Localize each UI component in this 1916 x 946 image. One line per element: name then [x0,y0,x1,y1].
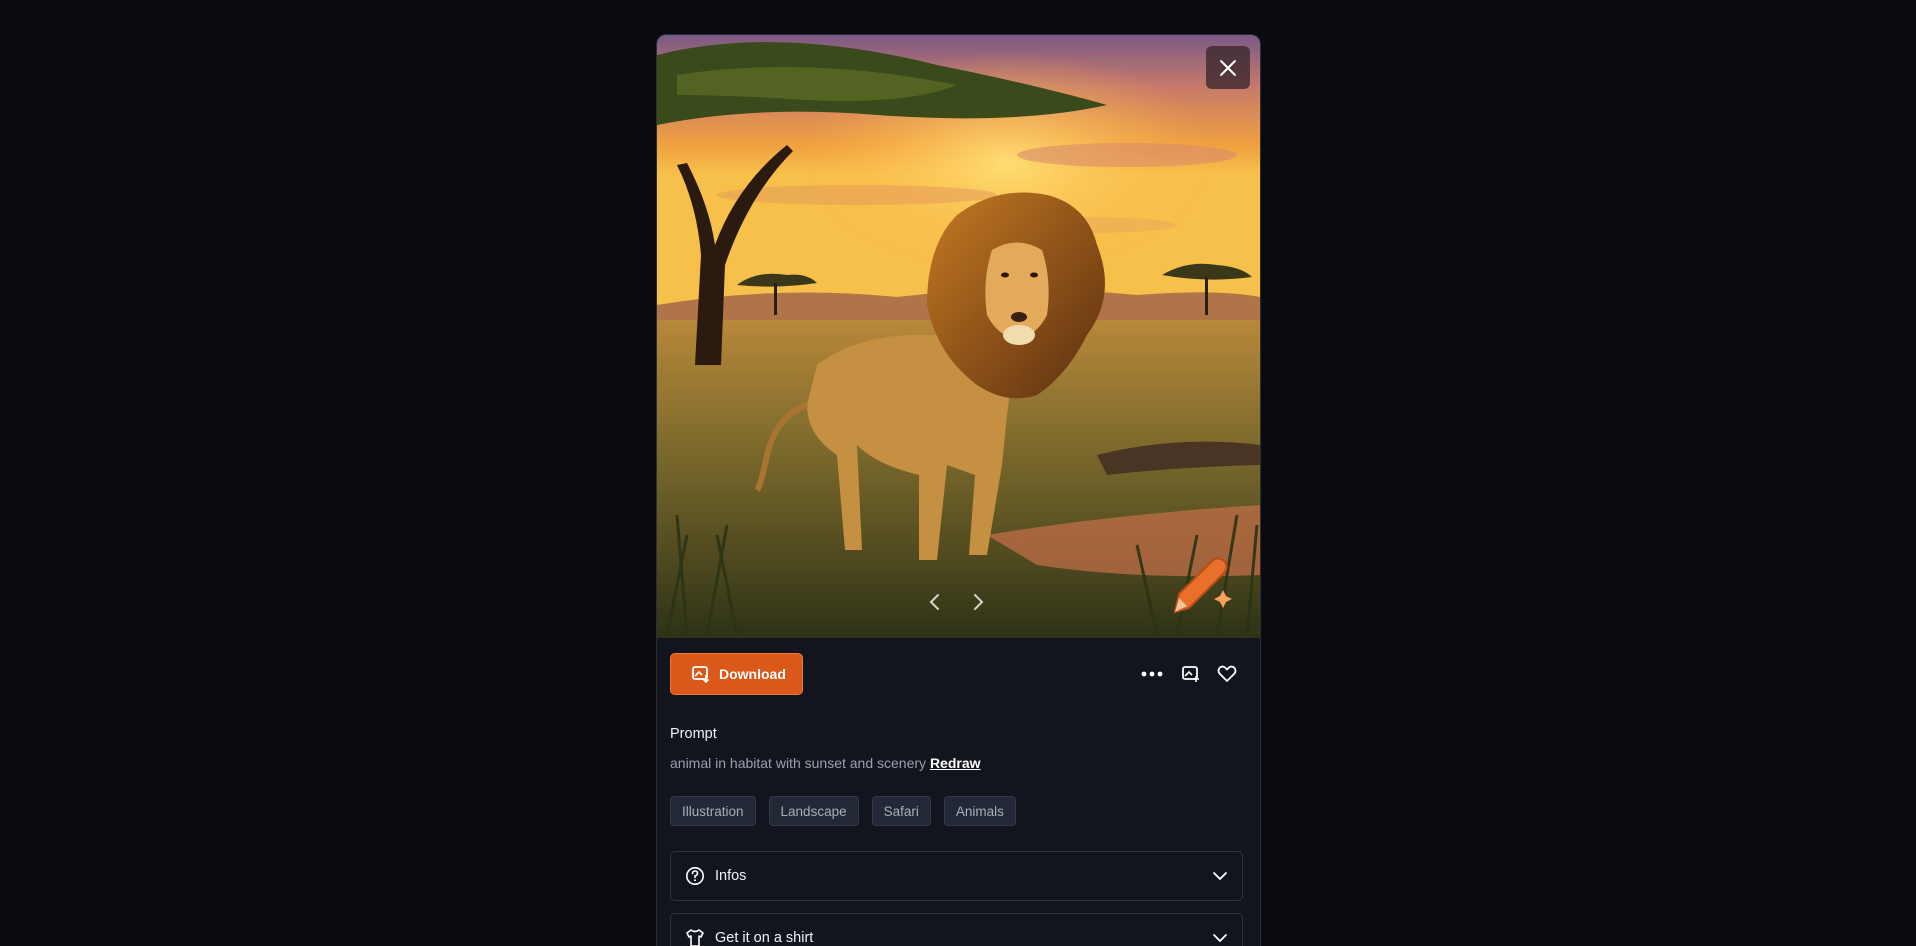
chevron-down-icon [1213,872,1227,881]
close-button[interactable] [1206,46,1250,89]
prompt-heading: Prompt [670,726,717,742]
favorite-button[interactable] [1214,661,1240,687]
previous-image-button[interactable] [923,590,947,614]
chevron-down-icon [1213,934,1227,943]
tag-landscape[interactable]: Landscape [768,796,859,826]
tag-safari[interactable]: Safari [871,796,931,826]
image-action-button[interactable] [1178,661,1204,687]
download-label: Download [719,666,786,682]
infos-accordion[interactable]: Infos [670,851,1243,901]
lion-sunset-scene [657,35,1260,638]
tag-animals[interactable]: Animals [943,796,1016,826]
more-dots-icon [1141,671,1163,677]
chevron-left-icon [929,594,939,610]
prompt-text: animal in habitat with sunset and scener… [670,755,981,771]
next-image-button[interactable] [966,590,990,614]
redraw-link[interactable]: Redraw [930,755,981,771]
image-download-icon [692,666,710,684]
pencil-sparkle-watermark-icon [1173,557,1232,614]
download-button[interactable]: Download [670,653,803,695]
shirt-label: Get it on a shirt [715,930,814,946]
infos-label: Infos [715,868,747,884]
image-plus-icon [1182,666,1199,682]
generated-image[interactable] [657,35,1260,638]
question-circle-icon [686,867,704,885]
tag-list: Illustration Landscape Safari Animals [670,796,1016,826]
more-options-button[interactable] [1139,661,1165,687]
heart-icon [1217,665,1237,682]
image-detail-modal: Download Prompt animal in habitat with s… [656,34,1261,946]
image-toolbar: Download [657,653,1260,697]
prompt-value: animal in habitat with sunset and scener… [670,755,927,771]
shirt-icon [686,929,704,946]
tag-illustration[interactable]: Illustration [670,796,756,826]
shirt-accordion[interactable]: Get it on a shirt [670,913,1243,946]
close-icon [1220,59,1236,76]
chevron-right-icon [974,594,984,610]
